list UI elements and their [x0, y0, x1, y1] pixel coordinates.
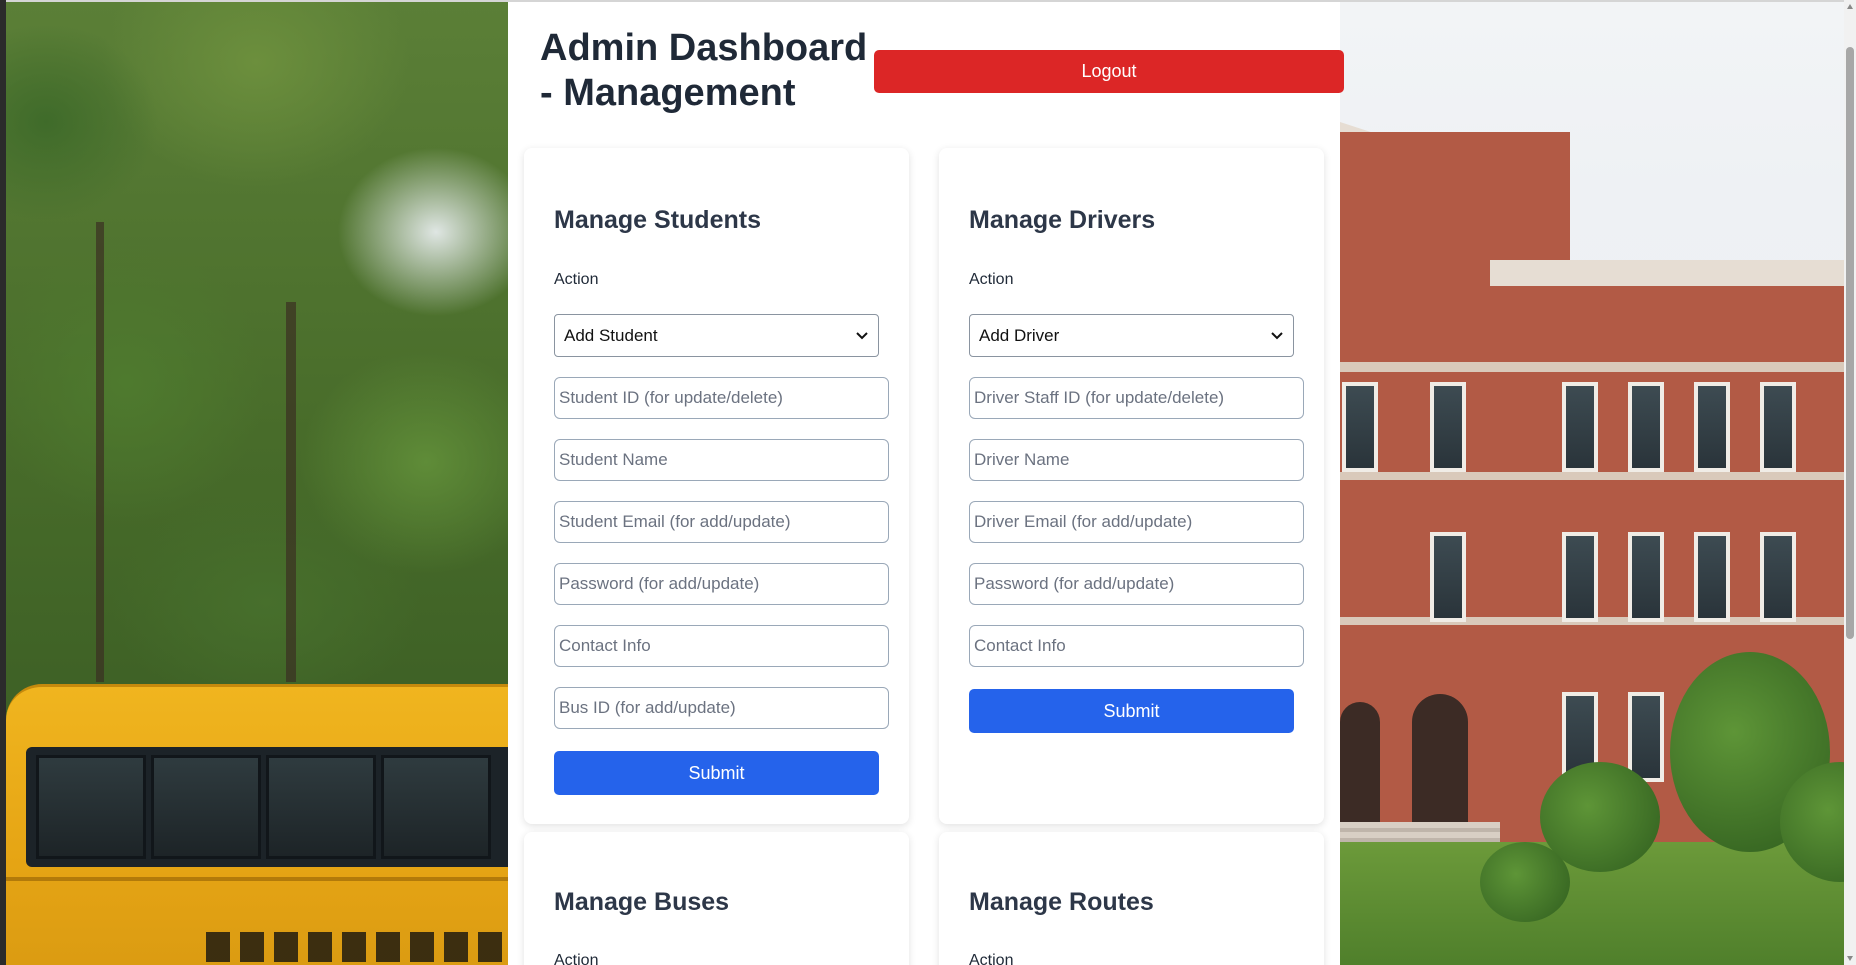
bus-lettering: [206, 932, 508, 962]
logout-button[interactable]: Logout: [874, 50, 1344, 93]
routes-action-label: Action: [969, 952, 1014, 965]
scrollbar-thumb[interactable]: [1846, 47, 1854, 639]
page-scrollbar[interactable]: [1844, 0, 1856, 965]
manage-routes-card: Manage Routes Action: [939, 832, 1324, 965]
top-divider: [6, 0, 1856, 2]
drivers-submit-button[interactable]: Submit: [969, 689, 1294, 733]
browser-viewport: Admin Dashboard - Management Logout Mana…: [6, 0, 1856, 965]
driver-email-input[interactable]: [969, 501, 1304, 543]
drivers-action-label: Action: [969, 271, 1014, 288]
student-id-input[interactable]: [554, 377, 889, 419]
page-title: Admin Dashboard - Management: [540, 27, 868, 114]
manage-buses-title: Manage Buses: [554, 888, 730, 916]
background-image-right: [1340, 2, 1856, 965]
student-contact-input[interactable]: [554, 625, 889, 667]
manage-students-card: Manage Students Action Add Student Submi…: [524, 148, 909, 824]
driver-contact-input[interactable]: [969, 625, 1304, 667]
driver-password-input[interactable]: [969, 563, 1304, 605]
chevron-down-icon: [1271, 332, 1283, 340]
student-name-input[interactable]: [554, 439, 889, 481]
main-content: Admin Dashboard - Management Logout Mana…: [508, 2, 1344, 965]
school-bus-graphic: [6, 684, 508, 965]
page-header: Admin Dashboard - Management Logout: [524, 2, 1344, 142]
drivers-action-select[interactable]: Add Driver: [969, 314, 1294, 357]
driver-name-input[interactable]: [969, 439, 1304, 481]
students-action-select[interactable]: Add Student: [554, 314, 879, 357]
manage-drivers-card: Manage Drivers Action Add Driver Submit: [939, 148, 1324, 824]
background-image-left: [6, 2, 508, 965]
students-action-label: Action: [554, 271, 599, 288]
student-password-input[interactable]: [554, 563, 889, 605]
manage-students-title: Manage Students: [554, 206, 761, 234]
students-submit-button[interactable]: Submit: [554, 751, 879, 795]
manage-buses-card: Manage Buses Action: [524, 832, 909, 965]
manage-routes-title: Manage Routes: [969, 888, 1154, 916]
scroll-up-arrow-icon[interactable]: [1847, 4, 1853, 9]
driver-staff-id-input[interactable]: [969, 377, 1304, 419]
students-action-value: Add Student: [564, 325, 658, 345]
student-email-input[interactable]: [554, 501, 889, 543]
student-bus-id-input[interactable]: [554, 687, 889, 729]
scroll-down-arrow-icon[interactable]: [1847, 956, 1853, 961]
buses-action-label: Action: [554, 952, 599, 965]
chevron-down-icon: [856, 332, 868, 340]
drivers-action-value: Add Driver: [979, 325, 1060, 345]
manage-drivers-title: Manage Drivers: [969, 206, 1156, 234]
